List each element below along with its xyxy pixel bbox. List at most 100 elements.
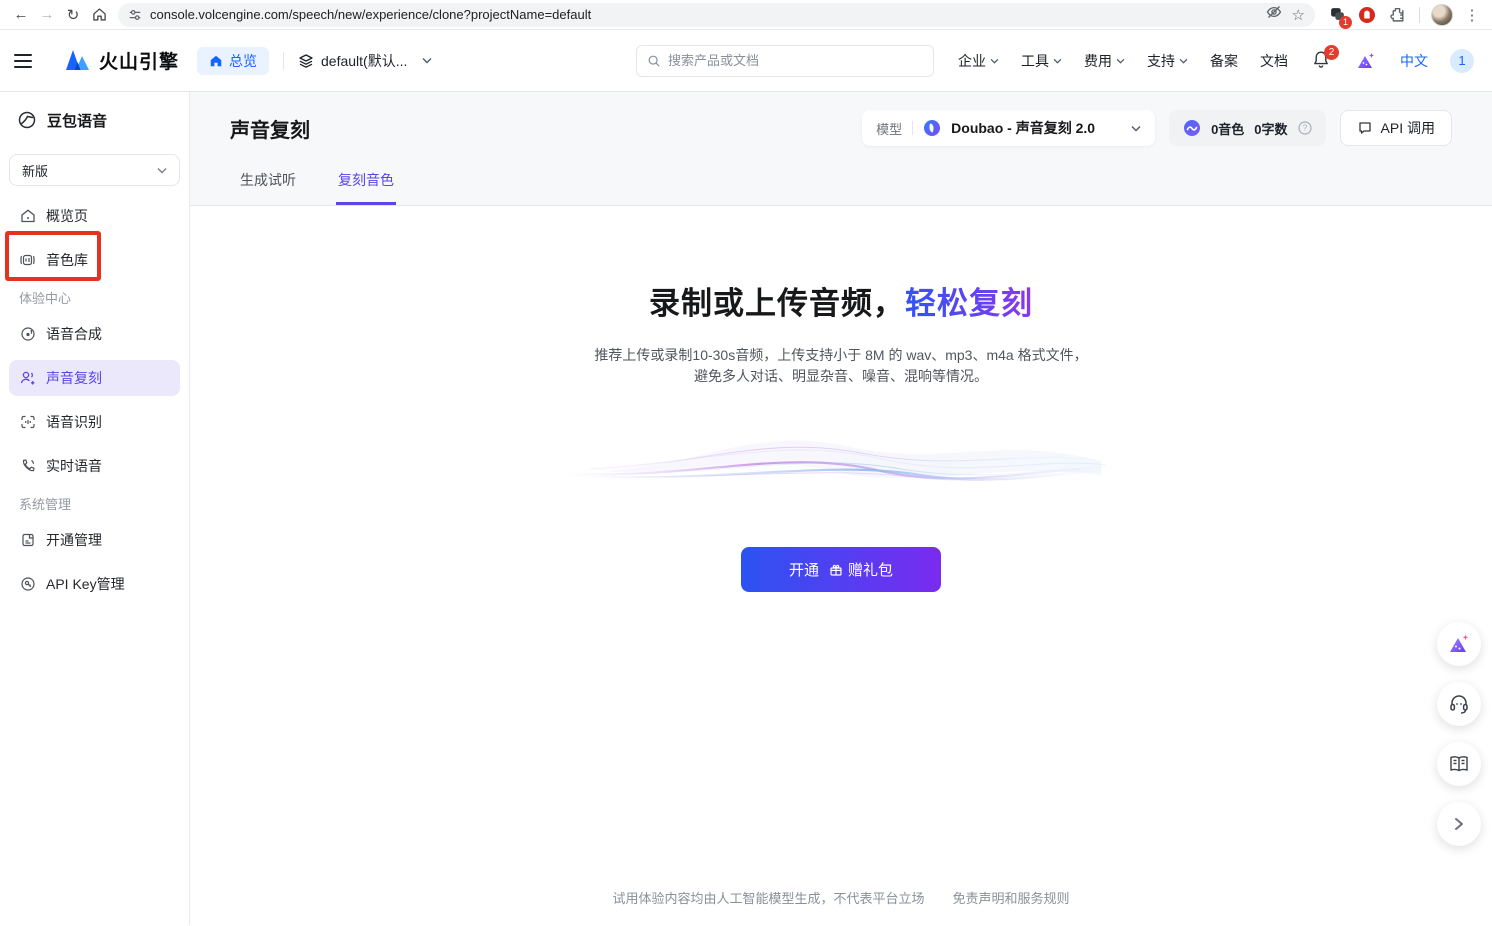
quota-wave-icon: [1183, 119, 1201, 137]
nav-support[interactable]: 支持: [1147, 51, 1188, 71]
site-settings-icon[interactable]: [128, 8, 142, 22]
sidebar-item-api-key[interactable]: API Key管理: [9, 566, 180, 602]
ai-assistant-header-button[interactable]: [1354, 49, 1378, 73]
hero-description: 推荐上传或录制10-30s音频，上传支持小于 8M 的 wav、mp3、m4a …: [190, 345, 1492, 387]
phone-icon: [19, 458, 36, 474]
gift-label: 赠礼包: [848, 559, 893, 580]
chevron-down-icon: [1131, 125, 1141, 132]
api-call-label: API 调用: [1381, 118, 1435, 138]
overview-button[interactable]: 总览: [197, 47, 269, 75]
language-switcher[interactable]: 中文: [1400, 51, 1428, 71]
sidebar-item-label: 语音合成: [46, 324, 102, 344]
extension-chat-button[interactable]: 1: [1325, 3, 1349, 27]
sidebar-item-activation[interactable]: 开通管理: [9, 522, 180, 558]
notification-badge: 2: [1324, 45, 1339, 60]
documentation-button[interactable]: [1437, 742, 1481, 786]
project-name: default(默认...: [321, 51, 407, 71]
browser-home-button[interactable]: [86, 2, 112, 28]
sidebar-item-label: API Key管理: [46, 574, 125, 594]
home-icon: [19, 208, 36, 224]
tts-icon: [19, 326, 36, 342]
api-call-button[interactable]: API 调用: [1340, 110, 1452, 146]
browser-forward-button[interactable]: →: [34, 2, 60, 28]
nav-docs[interactable]: 文档: [1260, 51, 1288, 71]
headset-icon: [1448, 693, 1470, 715]
quota-voices: 0音色: [1211, 119, 1244, 138]
version-selector[interactable]: 新版: [9, 154, 180, 186]
version-label: 新版: [22, 161, 48, 180]
sidebar-item-voice-library[interactable]: 音色库: [9, 242, 180, 278]
nav-enterprise[interactable]: 企业: [958, 51, 999, 71]
console-header: 火山引擎 总览 default(默认... 企业 工具 费用: [0, 30, 1492, 92]
activate-label: 开通: [789, 559, 819, 580]
activate-gift-button[interactable]: 开通 赠礼包: [741, 547, 941, 592]
product-name: 豆包语音: [47, 110, 107, 131]
address-bar[interactable]: console.volcengine.com/speech/new/experi…: [118, 3, 1315, 27]
customer-support-button[interactable]: [1437, 682, 1481, 726]
notifications-button[interactable]: 2: [1310, 49, 1332, 73]
search-input[interactable]: [668, 53, 923, 68]
browser-toolbar: ← → ↻ console.volcengine.com/speech/new/…: [0, 0, 1492, 30]
tab-clone-voice[interactable]: 复刻音色: [336, 170, 396, 205]
header-divider: [283, 52, 284, 70]
quota-chars: 0字数: [1254, 119, 1287, 138]
nav-billing[interactable]: 费用: [1084, 51, 1125, 71]
collapse-toolbar-button[interactable]: [1437, 802, 1481, 846]
key-icon: [19, 576, 36, 592]
volcengine-logo[interactable]: 火山引擎: [64, 47, 179, 74]
tab-generate-audition[interactable]: 生成试听: [238, 170, 298, 205]
browser-profile-button[interactable]: [1430, 3, 1454, 27]
extensions-menu-button[interactable]: [1385, 3, 1409, 27]
content-panel: 录制或上传音频，轻松复刻 推荐上传或录制10-30s音频，上传支持小于 8M 的…: [190, 206, 1492, 925]
page-controls: 模型 Doubao - 声音复刻 2.0 0音色 0字数 ?: [862, 110, 1452, 146]
hero-title-main: 录制或上传音频，: [649, 286, 905, 321]
sidebar-item-overview[interactable]: 概览页: [9, 198, 180, 234]
overview-label: 总览: [229, 51, 257, 71]
nav-tools[interactable]: 工具: [1021, 51, 1062, 71]
sidebar-item-tts[interactable]: 语音合成: [9, 316, 180, 352]
doubao-voice-icon: [17, 110, 37, 130]
screen: ← → ↻ console.volcengine.com/speech/new/…: [0, 0, 1492, 926]
ai-mountain-icon: [1356, 52, 1376, 70]
ai-mountain-icon: [1447, 633, 1471, 655]
header-search[interactable]: [636, 45, 934, 77]
chevron-down-icon: [1116, 58, 1125, 64]
sidebar-item-realtime[interactable]: 实时语音: [9, 448, 180, 484]
chevron-down-icon: [422, 57, 432, 64]
browser-reload-button[interactable]: ↻: [60, 2, 86, 28]
puzzle-icon: [1389, 6, 1406, 23]
eye-off-icon[interactable]: [1266, 4, 1282, 25]
user-avatar[interactable]: 1: [1450, 49, 1474, 73]
nav-filing[interactable]: 备案: [1210, 51, 1238, 71]
bookmark-star-icon[interactable]: ☆: [1292, 6, 1305, 24]
footer-terms-link[interactable]: 免责声明和服务规则: [953, 888, 1070, 907]
main-area: 声音复刻 模型 Doubao - 声音复刻 2.0 0音色 0字数: [190, 92, 1492, 925]
model-selector[interactable]: 模型 Doubao - 声音复刻 2.0: [862, 110, 1155, 146]
header-nav: 企业 工具 费用 支持 备案 文档 2: [958, 49, 1474, 73]
volcengine-logo-icon: [64, 49, 92, 72]
api-icon: [1357, 120, 1373, 136]
project-selector[interactable]: default(默认...: [298, 51, 432, 71]
hero-title-accent: 轻松复刻: [905, 286, 1033, 321]
quota-help-button[interactable]: ?: [1298, 121, 1312, 135]
page-header: 声音复刻 模型 Doubao - 声音复刻 2.0 0音色 0字数: [190, 92, 1492, 206]
footer: 试用体验内容均由人工智能模型生成，不代表平台立场 免责声明和服务规则: [190, 888, 1492, 907]
nav-enterprise-label: 企业: [958, 51, 986, 71]
book-icon: [1448, 754, 1470, 774]
sidebar-item-voice-clone[interactable]: 声音复刻: [9, 360, 180, 396]
sidebar-item-asr[interactable]: 语音识别: [9, 404, 180, 440]
browser-menu-button[interactable]: ⋮: [1460, 3, 1484, 27]
nav-docs-label: 文档: [1260, 51, 1288, 71]
sidebar: 豆包语音 新版 概览页 音色库 体验中心 语音合成 声音复刻: [0, 92, 190, 925]
browser-back-button[interactable]: ←: [8, 2, 34, 28]
voice-clone-icon: [19, 370, 36, 386]
ai-assistant-button[interactable]: [1437, 622, 1481, 666]
divider: [912, 121, 913, 135]
nav-tools-label: 工具: [1021, 51, 1049, 71]
extension-adblock-button[interactable]: [1355, 3, 1379, 27]
chevron-down-icon: [1053, 58, 1062, 64]
sidebar-item-label: 实时语音: [46, 456, 102, 476]
toolbar-divider: [1419, 7, 1420, 23]
chevron-down-icon: [1179, 58, 1188, 64]
hamburger-menu-button[interactable]: [14, 49, 38, 73]
